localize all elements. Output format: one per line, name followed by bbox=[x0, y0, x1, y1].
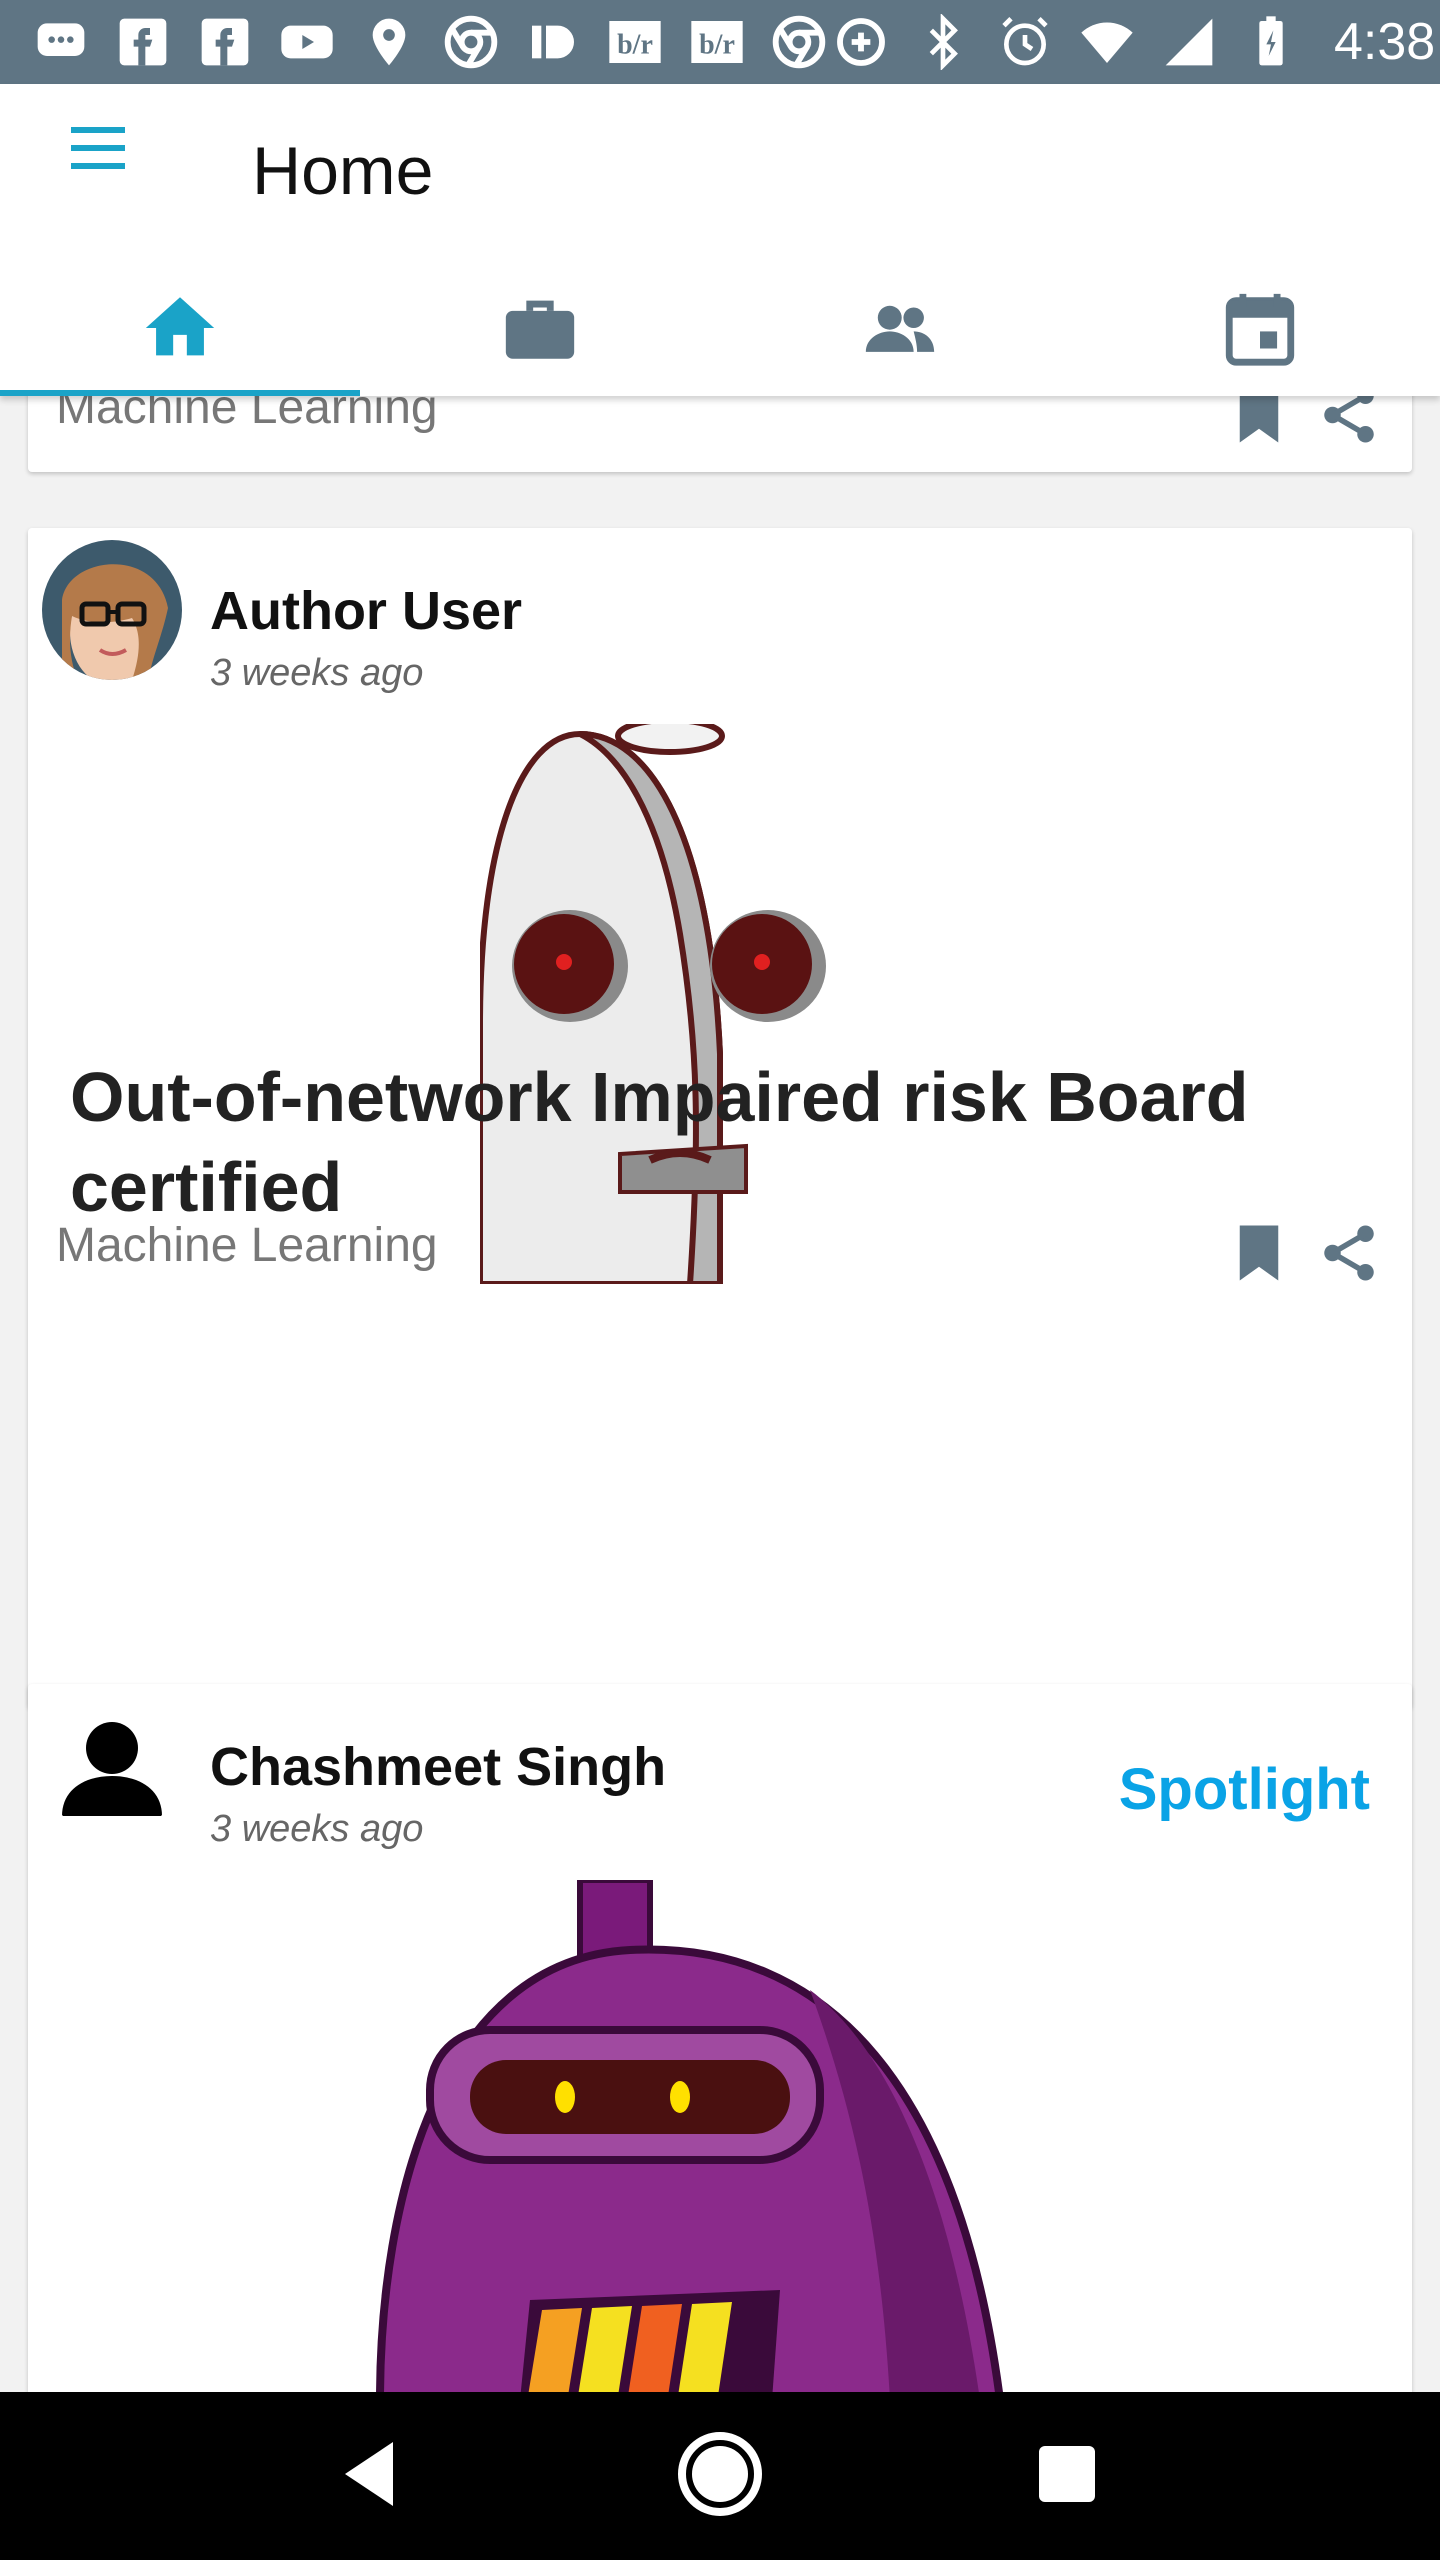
post-card[interactable]: Author User 3 weeks ago Out-of-network I… bbox=[28, 528, 1412, 1708]
avatar[interactable] bbox=[42, 1696, 182, 1836]
recents-button[interactable] bbox=[1007, 2416, 1127, 2536]
home-icon bbox=[139, 287, 221, 374]
back-button[interactable] bbox=[313, 2416, 433, 2536]
alarm-icon bbox=[994, 11, 1056, 73]
tab-bar bbox=[0, 264, 1440, 396]
calendar-icon bbox=[1219, 287, 1301, 374]
hamburger-icon bbox=[62, 112, 134, 189]
message-icon bbox=[30, 11, 92, 73]
post-category: Machine Learning bbox=[56, 1219, 438, 1272]
status-time: 4:38 bbox=[1334, 13, 1436, 71]
wifi-icon bbox=[1076, 11, 1138, 73]
post-time: 3 weeks ago bbox=[210, 1808, 424, 1850]
square-icon bbox=[1019, 2426, 1115, 2527]
svg-text:b/r: b/r bbox=[699, 30, 735, 61]
tab-home[interactable] bbox=[0, 264, 360, 396]
br-icon: b/r bbox=[604, 11, 666, 73]
tab-people[interactable] bbox=[720, 264, 1080, 396]
feed[interactable]: Machine Learning Author User 3 weeks ago… bbox=[0, 84, 1440, 2392]
br-icon: b/r bbox=[686, 11, 748, 73]
data-saver-icon bbox=[830, 11, 892, 73]
chrome-icon bbox=[440, 11, 502, 73]
tab-events[interactable] bbox=[1080, 264, 1440, 396]
chrome-icon bbox=[768, 11, 830, 73]
home-circle-icon bbox=[672, 2426, 768, 2527]
page-title: Home bbox=[252, 133, 434, 209]
home-button[interactable] bbox=[660, 2416, 780, 2536]
facebook-icon bbox=[194, 11, 256, 73]
author-name[interactable]: Chashmeet Singh bbox=[210, 1736, 666, 1798]
location-icon bbox=[358, 11, 420, 73]
tab-jobs[interactable] bbox=[360, 264, 720, 396]
bookmark-icon[interactable] bbox=[1226, 1220, 1292, 1291]
people-icon bbox=[859, 287, 941, 374]
briefcase-icon bbox=[499, 287, 581, 374]
post-title[interactable]: Out-of-network Impaired risk Board certi… bbox=[70, 1052, 1370, 1232]
tab-indicator bbox=[0, 390, 360, 396]
system-nav-bar bbox=[0, 2392, 1440, 2560]
author-name[interactable]: Author User bbox=[210, 580, 522, 642]
menu-button[interactable] bbox=[50, 108, 146, 192]
post-image[interactable] bbox=[28, 1880, 1412, 2392]
id-icon bbox=[522, 11, 584, 73]
avatar[interactable] bbox=[42, 540, 182, 680]
bluetooth-icon bbox=[912, 11, 974, 73]
spotlight-badge[interactable]: Spotlight bbox=[1119, 1756, 1370, 1823]
youtube-icon bbox=[276, 11, 338, 73]
post-card[interactable]: Chashmeet Singh 3 weeks ago Spotlight bbox=[28, 1684, 1412, 2392]
app-header: Home bbox=[0, 84, 1440, 396]
facebook-icon bbox=[112, 11, 174, 73]
signal-icon bbox=[1158, 11, 1220, 73]
battery-icon bbox=[1240, 11, 1302, 73]
post-time: 3 weeks ago bbox=[210, 652, 424, 694]
svg-text:b/r: b/r bbox=[617, 30, 653, 61]
back-icon bbox=[325, 2426, 421, 2527]
status-bar: b/r b/r 4:38 bbox=[0, 0, 1440, 84]
share-icon[interactable] bbox=[1316, 1220, 1382, 1291]
